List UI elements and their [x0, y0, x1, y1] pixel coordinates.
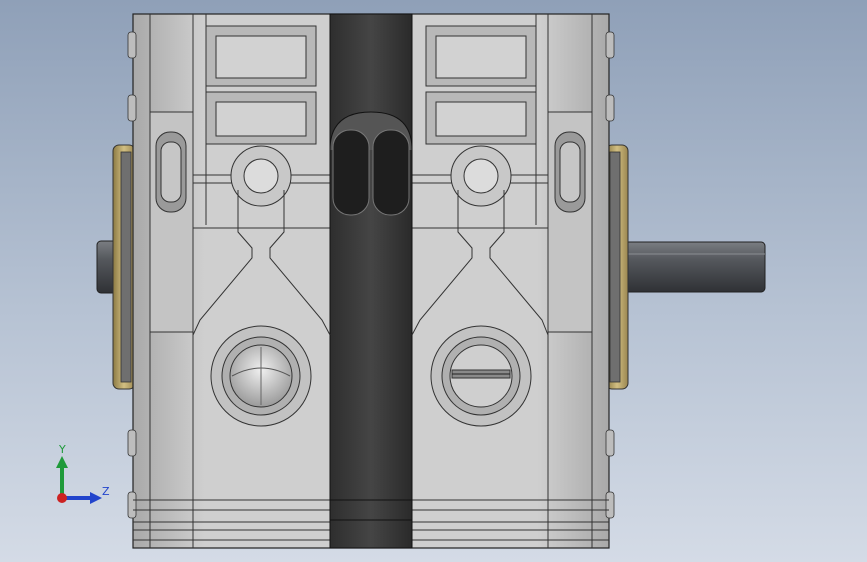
triad-z-label: Z: [102, 485, 110, 498]
gear-pump-model[interactable]: [0, 0, 867, 562]
triad-axes: [56, 456, 102, 504]
left-flange[interactable]: [112, 144, 136, 390]
output-shaft[interactable]: [611, 241, 766, 293]
right-bracket: [547, 111, 593, 333]
triad-y-label: Y: [59, 443, 66, 456]
center-band[interactable]: [329, 13, 413, 549]
left-bracket: [149, 111, 194, 333]
orientation-triad: Y Z: [40, 440, 120, 520]
graphics-viewport[interactable]: Y Z: [0, 0, 867, 562]
